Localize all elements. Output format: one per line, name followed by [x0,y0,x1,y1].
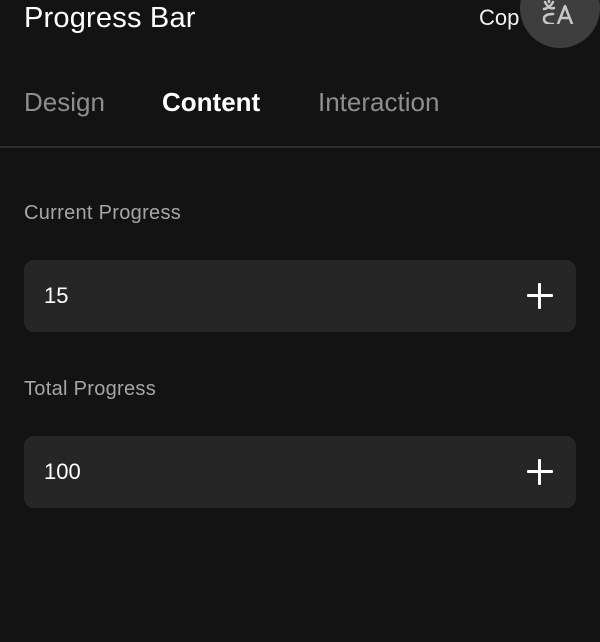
progress-bar-settings-panel: Progress Bar Cop Design Content Interact… [0,0,600,642]
tab-bar: Design Content Interaction [0,84,600,124]
total-progress-increment-button[interactable] [526,458,554,486]
plus-icon-stem [538,283,541,309]
total-progress-value[interactable]: 100 [44,458,81,486]
copy-link[interactable]: Cop [479,4,519,32]
translate-button[interactable] [520,0,600,48]
tab-content[interactable]: Content [162,84,260,120]
current-progress-increment-button[interactable] [526,282,554,310]
total-progress-stepper[interactable]: 100 [24,436,576,508]
tab-design[interactable]: Design [24,84,105,120]
page-title: Progress Bar [24,2,196,34]
plus-icon-stem [538,459,541,485]
current-progress-stepper[interactable]: 15 [24,260,576,332]
tab-divider [0,146,600,148]
tab-interaction[interactable]: Interaction [318,84,439,120]
total-progress-label: Total Progress [24,378,157,400]
current-progress-label: Current Progress [24,202,182,224]
current-progress-value[interactable]: 15 [44,282,68,310]
translate-icon [542,0,574,24]
